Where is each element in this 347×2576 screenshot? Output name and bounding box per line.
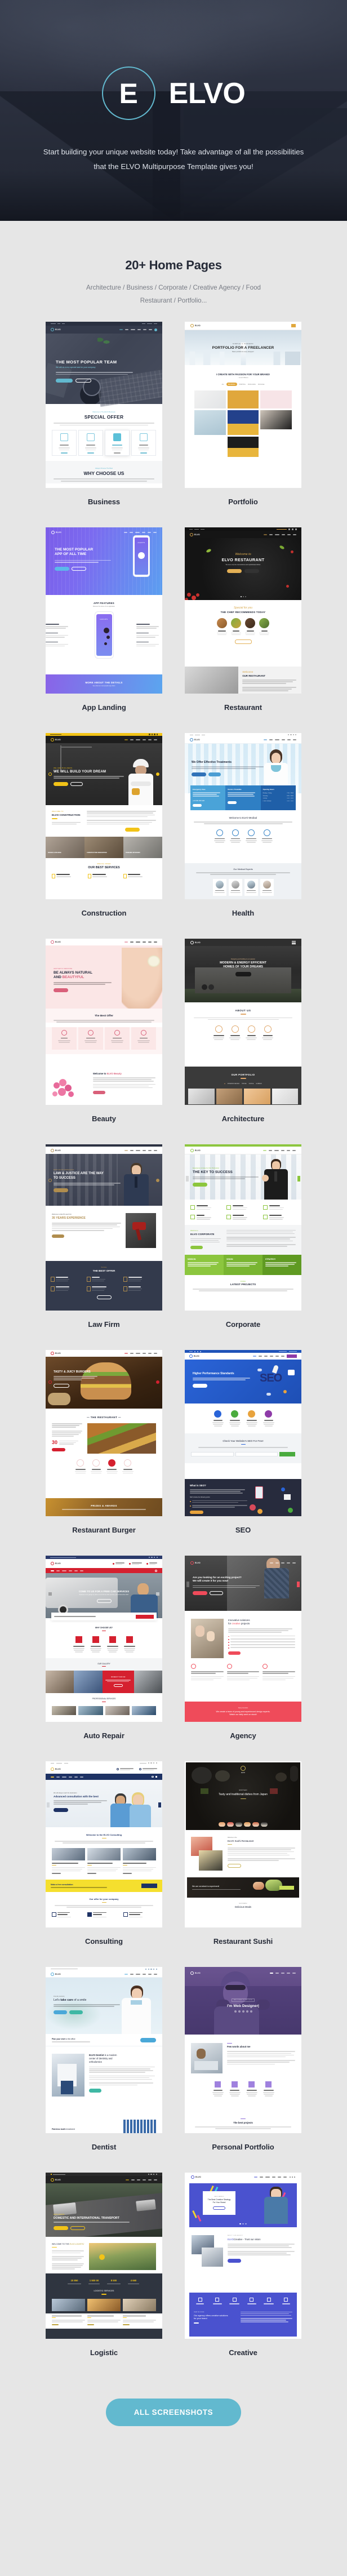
thumbnail-label: Consulting <box>85 1937 123 1946</box>
section-subtitle: Architecture / Business / Corporate / Cr… <box>0 282 347 307</box>
logo-wordmark: ELVO <box>168 77 246 110</box>
thumbnail-cell-restaurant-sushi: ELVO ELVO Sushi Tasty and traditional di… <box>185 1761 301 1959</box>
thumbnail-cell-personal-portfolio: ELVO WELCOME TO MY SITE I'm Web Designer… <box>185 1967 301 2165</box>
thumbnail-label: Health <box>232 909 255 918</box>
thumbnail-label: App Landing <box>82 703 126 712</box>
thumbnail-personal-portfolio[interactable]: ELVO WELCOME TO MY SITE I'm Web Designer… <box>185 1967 301 2134</box>
thumbnail-cell-corporate: ELVO Experience is base for Our Professi… <box>185 1144 301 1342</box>
brand-logo: E ELVO <box>101 66 246 120</box>
thumbnail-health[interactable]: ELVO We Offer Effective Treatments Emerg… <box>185 733 301 900</box>
thumbnail-restaurant-sushi[interactable]: ELVO ELVO Sushi Tasty and traditional di… <box>185 1761 301 1928</box>
hero-tagline-line1: Start building your unique website today… <box>43 148 304 156</box>
thumbnail-cell-law-firm: ELVO ELVO Law Firm Multipurpose LAW & JU… <box>46 1144 162 1342</box>
thumbnail-app-landing[interactable]: ELVO ALERTS THE MOST POPULAR APP OF ALL T… <box>46 527 162 694</box>
thumbnail-seo[interactable]: ELVO SEO Higher Performance Standards Ch… <box>185 1350 301 1517</box>
thumbnail-row: ELVO ELVO Law Firm Multipurpose LAW & JU… <box>0 1144 347 1342</box>
thumbnail-construction[interactable]: ELVO WE ARE BUILDERS WE WILL BUILD YOUR … <box>46 733 162 900</box>
thumbnail-grid: ELVO THE MOST POPULAR TEAM We will do ev… <box>0 307 347 2370</box>
thumbnail-cell-architecture: ELVO Designing and building is our passi… <box>185 939 301 1136</box>
thumbnail-label: Law Firm <box>88 1320 120 1329</box>
hero-treeline <box>0 169 347 221</box>
thumbnail-cell-app-landing: ELVO ALERTS THE MOST POPULAR APP OF ALL T… <box>46 527 162 725</box>
hero-tagline-line2: that the ELVO Multipurpose Template give… <box>94 162 253 171</box>
footer: ALL SCREENSHOTS <box>0 2378 347 2458</box>
thumbnail-cell-logistic: ELVO ELVO LOGISTIC DOMESTIC AND INTERNAT… <box>46 2173 162 2370</box>
thumbnail-portfolio[interactable]: ELVO SIMPLE & MODERN PORTFOLIO FOR A FRE… <box>185 322 301 488</box>
thumbnail-label: Creative <box>229 2348 257 2357</box>
thumbnail-law-firm[interactable]: ELVO ELVO Law Firm Multipurpose LAW & JU… <box>46 1144 162 1311</box>
thumbnail-label: Architecture <box>221 1114 265 1123</box>
section-subtitle-line1: Architecture / Business / Corporate / Cr… <box>86 284 261 291</box>
thumbnail-label: Restaurant Burger <box>72 1526 136 1535</box>
thumbnail-logistic[interactable]: ELVO ELVO LOGISTIC DOMESTIC AND INTERNAT… <box>46 2173 162 2339</box>
thumbnail-business[interactable]: ELVO THE MOST POPULAR TEAM We will do ev… <box>46 322 162 488</box>
thumbnail-row: ELVO THE MOST POPULAR TEAM We will do ev… <box>0 322 347 519</box>
thumbnail-restaurant-burger[interactable]: ELVO TASTY & JUICY BURGERS — THE RESTAUR… <box>46 1350 162 1517</box>
thumbnail-label: Auto Repair <box>83 1731 124 1740</box>
thumbnail-row: ELVO <box>0 1761 347 1959</box>
thumbnail-cell-dentist: ELVO Friendly dentistry Let's take care … <box>46 1967 162 2165</box>
thumbnail-label: Restaurant Sushi <box>213 1937 273 1946</box>
logo-letter: E <box>119 77 138 109</box>
thumbnail-row: ELVO ALERTS THE MOST POPULAR APP OF ALL T… <box>0 527 347 725</box>
logo-circle-icon: E <box>101 66 155 120</box>
thumbnail-label: Portfolio <box>228 498 258 507</box>
thumbnail-label: Construction <box>81 909 127 918</box>
thumbnail-cell-restaurant: ELVO Welcome to ELVO RESTAURANT We serve… <box>185 527 301 725</box>
thumbnail-label: Corporate <box>225 1320 261 1329</box>
all-screenshots-button[interactable]: ALL SCREENSHOTS <box>105 2399 242 2427</box>
thumbnail-auto-repair[interactable]: ELVO COME TO US FOR A FREE CAR SERVICES … <box>46 1556 162 1722</box>
thumbnail-label: Dentist <box>91 2143 117 2152</box>
thumbnail-label: SEO <box>235 1526 251 1535</box>
thumbnail-dentist[interactable]: ELVO Friendly dentistry Let's take care … <box>46 1967 162 2134</box>
home-pages-section: 20+ Home Pages Architecture / Business /… <box>0 221 347 2458</box>
thumbnail-cell-construction: ELVO WE ARE BUILDERS WE WILL BUILD YOUR … <box>46 733 162 931</box>
thumbnail-cell-auto-repair: ELVO COME TO US FOR A FREE CAR SERVICES … <box>46 1556 162 1753</box>
thumbnail-label: Agency <box>230 1731 256 1740</box>
thumbnail-row: ELVO AESTHETIC MEDICINE BE ALWAYS NATURA… <box>0 939 347 1136</box>
section-subtitle-line2: Restaurant / Portfolio... <box>140 296 207 304</box>
thumbnail-cell-health: ELVO We Offer Effective Treatments Emerg… <box>185 733 301 931</box>
thumbnail-corporate[interactable]: ELVO Experience is base for Our Professi… <box>185 1144 301 1311</box>
thumbnail-creative[interactable]: ELVO HELLO I AM ELVO The Best Creative S… <box>185 2173 301 2339</box>
hero-tagline: Start building your unique website today… <box>43 145 304 174</box>
thumbnail-row: ELVO ELVO LOGISTIC DOMESTIC AND INTERNAT… <box>0 2173 347 2370</box>
page-title: 20+ Home Pages <box>125 258 222 272</box>
thumbnail-row: ELVO Friendly dentistry Let's take care … <box>0 1967 347 2165</box>
thumbnail-row: ELVO <box>0 1556 347 1753</box>
thumbnail-cell-beauty: ELVO AESTHETIC MEDICINE BE ALWAYS NATURA… <box>46 939 162 1136</box>
thumbnail-label: Logistic <box>90 2348 118 2357</box>
thumbnail-agency[interactable]: ELVO Are you looking for an exciting pro… <box>185 1556 301 1722</box>
thumbnail-architecture[interactable]: ELVO Designing and building is our passi… <box>185 939 301 1105</box>
thumbnail-row: ELVO TASTY & JUICY BURGERS — THE RESTAUR… <box>0 1350 347 1548</box>
hero-banner: E ELVO Start building your unique websit… <box>0 0 347 221</box>
thumbnail-label: Personal Portfolio <box>212 2143 274 2152</box>
thumbnail-cell-creative: ELVO HELLO I AM ELVO The Best Creative S… <box>185 2173 301 2370</box>
thumbnail-label: Beauty <box>92 1114 116 1123</box>
thumbnail-row: ELVO <box>0 733 347 931</box>
thumbnail-cell-business: ELVO THE MOST POPULAR TEAM We will do ev… <box>46 322 162 519</box>
thumbnail-label: Business <box>87 498 120 507</box>
thumbnail-beauty[interactable]: ELVO AESTHETIC MEDICINE BE ALWAYS NATURA… <box>46 939 162 1105</box>
thumbnail-cell-portfolio: ELVO SIMPLE & MODERN PORTFOLIO FOR A FRE… <box>185 322 301 519</box>
thumbnail-cell-consulting: ELVO We will always reach the destinatio… <box>46 1761 162 1959</box>
thumbnail-cell-restaurant-burger: ELVO TASTY & JUICY BURGERS — THE RESTAUR… <box>46 1350 162 1548</box>
thumbnail-label: Restaurant <box>224 703 262 712</box>
thumbnail-cell-agency: ELVO Are you looking for an exciting pro… <box>185 1556 301 1753</box>
thumbnail-consulting[interactable]: ELVO We will always reach the destinatio… <box>46 1761 162 1928</box>
thumbnail-restaurant[interactable]: ELVO Welcome to ELVO RESTAURANT We serve… <box>185 527 301 694</box>
thumbnail-cell-seo: ELVO SEO Higher Performance Standards Ch… <box>185 1350 301 1548</box>
